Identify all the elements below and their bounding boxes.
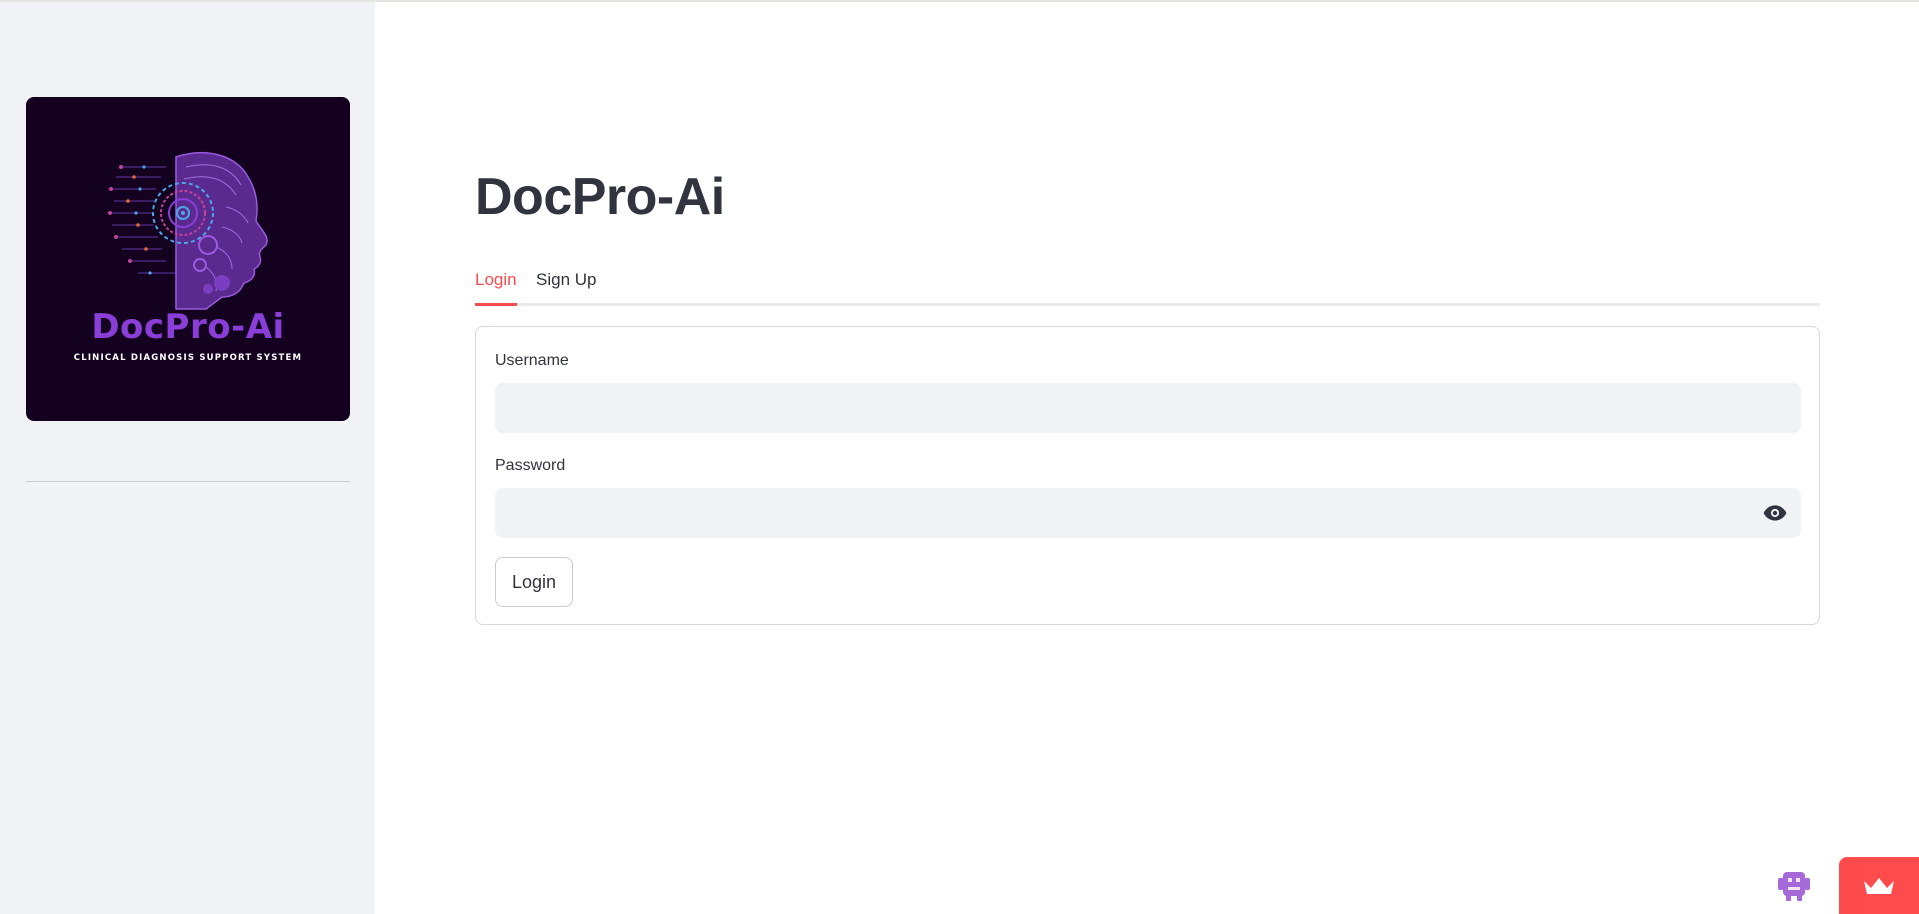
login-form: Username Password Login xyxy=(475,326,1820,625)
deploy-badge[interactable] xyxy=(1839,857,1919,914)
username-label: Username xyxy=(495,352,569,369)
page-title: DocPro-Ai xyxy=(475,168,725,226)
login-button[interactable]: Login xyxy=(495,557,573,607)
tab-sign-up[interactable]: Sign Up xyxy=(536,264,596,306)
main-content: DocPro-Ai Login Sign Up Username Passwor… xyxy=(375,2,1919,914)
bug-icon[interactable] xyxy=(1775,866,1813,904)
eye-icon xyxy=(1763,505,1787,521)
password-input[interactable] xyxy=(495,488,1801,538)
crown-icon xyxy=(1864,877,1894,894)
logo-title: DocPro-Ai xyxy=(91,307,285,347)
logo-subtitle: CLINICAL DIAGNOSIS SUPPORT SYSTEM xyxy=(73,353,303,363)
ai-head-illustration xyxy=(108,152,268,310)
app-logo: DocPro-Ai CLINICAL DIAGNOSIS SUPPORT SYS… xyxy=(26,97,350,421)
password-label: Password xyxy=(495,457,566,474)
tabs-rail xyxy=(475,303,1820,306)
tab-login[interactable]: Login xyxy=(475,264,517,306)
auth-tabs: Login Sign Up xyxy=(475,264,1820,306)
username-input[interactable] xyxy=(495,383,1801,433)
sidebar-divider xyxy=(26,481,350,482)
sidebar: DocPro-Ai CLINICAL DIAGNOSIS SUPPORT SYS… xyxy=(0,2,375,914)
show-password-button[interactable] xyxy=(1755,488,1795,538)
